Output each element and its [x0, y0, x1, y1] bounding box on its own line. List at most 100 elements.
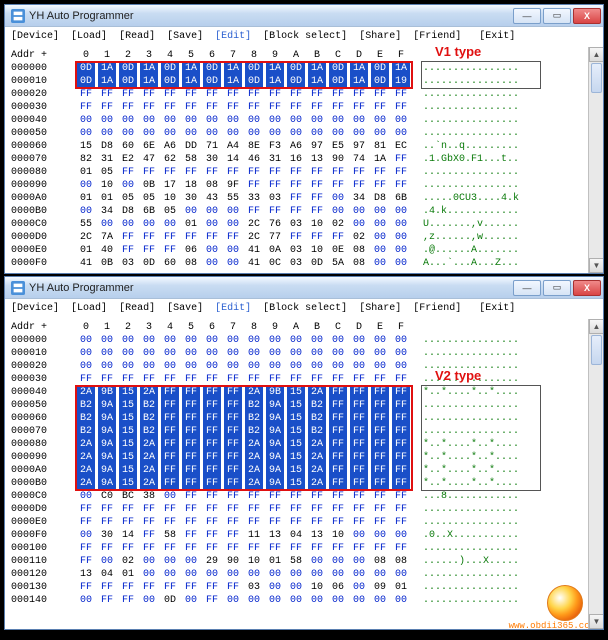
- ascii-column: ,z......,w......: [423, 231, 519, 244]
- ascii-column: ................: [423, 88, 519, 101]
- menu-load[interactable]: [Load]: [71, 303, 107, 314]
- hex-viewer[interactable]: Addr +0123456789ABCDEF0000000D1A0D1A0D1A…: [5, 47, 603, 274]
- ascii-column: ................: [423, 179, 519, 192]
- hex-row[interactable]: 00006015D8606EA6DD71A48EF3A697E59781EC..…: [11, 140, 597, 153]
- hex-row[interactable]: 0000D0FFFFFFFFFFFFFFFFFFFFFFFFFFFFFFFF..…: [11, 503, 597, 516]
- hex-row[interactable]: 0000E0FFFFFFFFFFFFFFFFFFFFFFFFFFFFFFFF..…: [11, 516, 597, 529]
- menu-share[interactable]: [Share]: [359, 31, 401, 42]
- hex-row[interactable]: 00001000000000000000000000000000000000..…: [11, 347, 597, 360]
- menu-share[interactable]: [Share]: [359, 303, 401, 314]
- menu-exit[interactable]: [Exit]: [479, 31, 515, 42]
- hex-row[interactable]: 0000C055000000000100002C76031002000000U.…: [11, 218, 597, 231]
- hex-row[interactable]: 0000A001010505103043553303FFFF0034D86B..…: [11, 192, 597, 205]
- ascii-column: .0..X...........: [423, 529, 519, 542]
- scroll-down-icon[interactable]: ▼: [589, 614, 604, 629]
- scroll-thumb[interactable]: [591, 335, 602, 365]
- menubar: [Device] [Load] [Read] [Save] [Edit] [Bl…: [5, 299, 603, 319]
- close-button[interactable]: X: [573, 8, 601, 24]
- ascii-outline: [421, 61, 541, 89]
- app-icon: [11, 9, 25, 23]
- title-text: YH Auto Programmer: [29, 282, 513, 294]
- ascii-outline: [421, 385, 541, 491]
- ascii-column: ................: [423, 568, 519, 581]
- menu-edit[interactable]: [Edit]: [215, 303, 251, 314]
- hex-row[interactable]: 0000E00140FFFFFF060000410A03100E080000.@…: [11, 244, 597, 257]
- column-header: Addr +0123456789ABCDEF: [11, 321, 597, 334]
- menu-save[interactable]: [Save]: [167, 303, 203, 314]
- maximize-button[interactable]: ▭: [543, 8, 571, 24]
- ascii-column: ................: [423, 581, 519, 594]
- menu-friend[interactable]: [Friend]: [413, 303, 461, 314]
- menu-exit[interactable]: [Exit]: [479, 303, 515, 314]
- ascii-column: .1.GbX0.F1...t..: [423, 153, 519, 166]
- menu-friend[interactable]: [Friend]: [413, 31, 461, 42]
- titlebar[interactable]: YH Auto Programmer — ▭ X: [5, 5, 603, 27]
- hex-row[interactable]: 0000C000C0BC3800FFFFFFFFFFFFFFFFFFFFFF..…: [11, 490, 597, 503]
- ascii-column: ................: [423, 127, 519, 140]
- ascii-column: .....0CU3....4.k: [423, 192, 519, 205]
- menu-edit[interactable]: [Edit]: [215, 31, 251, 42]
- hex-row[interactable]: 0000D02C7AFFFFFFFFFFFF2C77FFFFFF020000,z…: [11, 231, 597, 244]
- ascii-column: ................: [423, 542, 519, 555]
- minimize-button[interactable]: —: [513, 280, 541, 296]
- watermark-logo-icon: [547, 585, 583, 621]
- hex-row[interactable]: 000030FFFFFFFFFFFFFFFFFFFFFFFFFFFFFFFF..…: [11, 101, 597, 114]
- menu-device[interactable]: [Device]: [11, 303, 59, 314]
- selection-outline: [75, 61, 413, 89]
- ascii-column: ................: [423, 166, 519, 179]
- ascii-column: U.......,v......: [423, 218, 519, 231]
- type-label: V2 type: [435, 369, 481, 382]
- menu-block-select[interactable]: [Block select]: [263, 31, 347, 42]
- ascii-column: A...`...A...Z...: [423, 257, 519, 270]
- hex-row[interactable]: 000130FFFFFFFFFFFFFFFF0300001006000901..…: [11, 581, 597, 594]
- hex-row[interactable]: 00005000000000000000000000000000000000..…: [11, 127, 597, 140]
- scroll-thumb[interactable]: [591, 63, 602, 93]
- menu-save[interactable]: [Save]: [167, 31, 203, 42]
- menu-device[interactable]: [Device]: [11, 31, 59, 42]
- scroll-down-icon[interactable]: ▼: [589, 258, 604, 273]
- hex-row[interactable]: 00002000000000000000000000000000000000..…: [11, 360, 597, 373]
- menu-load[interactable]: [Load]: [71, 31, 107, 42]
- ascii-column: ................: [423, 594, 519, 607]
- ascii-column: ..`n..q.........: [423, 140, 519, 153]
- hex-row[interactable]: 00012013040100000000000000000000000000..…: [11, 568, 597, 581]
- menu-read[interactable]: [Read]: [119, 31, 155, 42]
- hex-row[interactable]: 000110FF000200000029901001580000000808..…: [11, 555, 597, 568]
- hex-row[interactable]: 0000B00034D86B05000000FFFFFFFF00000000.4…: [11, 205, 597, 218]
- scroll-up-icon[interactable]: ▲: [589, 47, 604, 62]
- ascii-column: ................: [423, 503, 519, 516]
- hex-row[interactable]: 0000708231E247625830144631161390741AFF.1…: [11, 153, 597, 166]
- ascii-column: ................: [423, 516, 519, 529]
- hex-row[interactable]: 00000000000000000000000000000000000000..…: [11, 334, 597, 347]
- type-label: V1 type: [435, 45, 481, 58]
- maximize-button[interactable]: ▭: [543, 280, 571, 296]
- ascii-column: ...8............: [423, 490, 519, 503]
- menu-read[interactable]: [Read]: [119, 303, 155, 314]
- title-text: YH Auto Programmer: [29, 10, 513, 22]
- menu-block-select[interactable]: [Block select]: [263, 303, 347, 314]
- scrollbar[interactable]: ▲ ▼: [588, 47, 603, 273]
- hex-row[interactable]: 000100FFFFFFFFFFFFFFFFFFFFFFFFFFFFFFFF..…: [11, 542, 597, 555]
- ascii-column: ................: [423, 347, 519, 360]
- hex-row[interactable]: 0000F0003014FF58FFFFFF1113041310000000.0…: [11, 529, 597, 542]
- scrollbar[interactable]: ▲ ▼: [588, 319, 603, 629]
- ascii-column: ......)...X.....: [423, 555, 519, 568]
- hex-row[interactable]: 00014000FFFF000D00FF000000000000000000..…: [11, 594, 597, 607]
- ascii-column: .4.k............: [423, 205, 519, 218]
- selection-outline: [75, 385, 413, 491]
- ascii-column: ................: [423, 334, 519, 347]
- minimize-button[interactable]: —: [513, 8, 541, 24]
- ascii-column: ................: [423, 114, 519, 127]
- hex-row[interactable]: 0000900010000B1718089FFFFFFFFFFFFFFFFF..…: [11, 179, 597, 192]
- hex-row[interactable]: 000020FFFFFFFFFFFFFFFFFFFFFFFFFFFFFFFF..…: [11, 88, 597, 101]
- hex-row[interactable]: 0000F0410B030D60080000410C030D5A080000A.…: [11, 257, 597, 270]
- window-v2: YH Auto Programmer — ▭ X [Device] [Load]…: [4, 276, 604, 630]
- hex-row[interactable]: 0000800105FFFFFFFFFFFFFFFFFFFFFFFFFFFF..…: [11, 166, 597, 179]
- window-v1: YH Auto Programmer — ▭ X [Device] [Load]…: [4, 4, 604, 274]
- close-button[interactable]: X: [573, 280, 601, 296]
- ascii-column: ................: [423, 101, 519, 114]
- hex-row[interactable]: 00004000000000000000000000000000000000..…: [11, 114, 597, 127]
- scroll-up-icon[interactable]: ▲: [589, 319, 604, 334]
- hex-viewer[interactable]: Addr +0123456789ABCDEF000000000000000000…: [5, 319, 603, 630]
- titlebar[interactable]: YH Auto Programmer — ▭ X: [5, 277, 603, 299]
